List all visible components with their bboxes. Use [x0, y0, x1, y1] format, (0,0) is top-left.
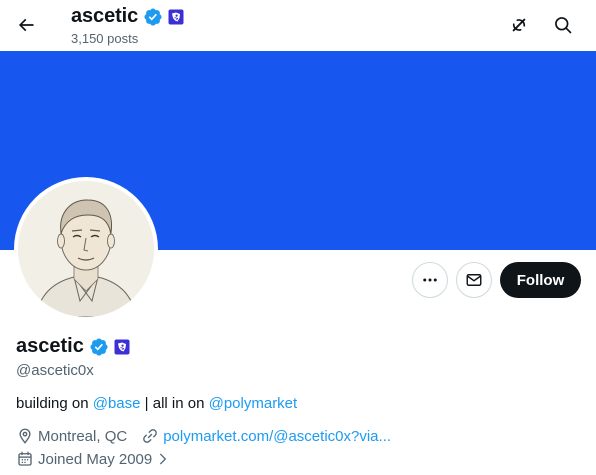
link-icon [143, 429, 158, 443]
website-link[interactable]: polymarket.com/@ascetic0x?via... [163, 428, 391, 445]
grok-icon [512, 18, 526, 32]
location-item: Montreal, QC [16, 427, 127, 445]
display-name: ascetic [16, 335, 84, 357]
joined-text: Joined May 2009 [38, 450, 153, 468]
affiliate-badge-icon[interactable] [114, 339, 130, 355]
avatar-portrait [18, 181, 154, 317]
search-icon [555, 17, 572, 34]
more-dots-icon [423, 278, 437, 282]
handle: @ascetic0x [16, 362, 94, 379]
affiliate-badge-icon [168, 9, 184, 24]
more-button[interactable] [412, 262, 448, 298]
joined-item[interactable]: Joined May 2009 [16, 450, 170, 468]
avatar-frame[interactable] [14, 177, 158, 321]
search-button[interactable] [545, 7, 581, 43]
follow-button[interactable]: Follow [500, 262, 581, 298]
website-item[interactable]: polymarket.com/@ascetic0x?via... [141, 427, 391, 445]
arrow-left-icon [18, 18, 34, 32]
envelope-icon [466, 274, 482, 286]
bio-text: | all in on [140, 395, 209, 412]
chevron-right-icon [160, 453, 167, 465]
profile-name-row: ascetic [16, 335, 130, 358]
verified-badge-icon[interactable] [89, 337, 109, 357]
posts-count: 3,150 posts [71, 31, 139, 46]
top-bar: ascetic 3,150 posts [0, 0, 596, 51]
calendar-icon [18, 451, 32, 466]
avatar [18, 181, 154, 317]
grok-button[interactable] [501, 7, 537, 43]
header-title: ascetic [71, 5, 139, 27]
bio-mention-polymarket[interactable]: @polymarket [209, 395, 298, 412]
bio: building on @base | all in on @polymarke… [16, 395, 297, 412]
location-pin-icon [19, 428, 31, 444]
back-button[interactable] [8, 7, 44, 43]
bio-mention-base[interactable]: @base [93, 395, 141, 412]
bio-text: building on [16, 395, 93, 412]
verified-badge-icon [144, 7, 162, 26]
location-text: Montreal, QC [38, 427, 128, 445]
profile-meta-row-2: Joined May 2009 [16, 450, 184, 468]
header-title-row: ascetic [71, 5, 184, 28]
profile-meta-row: Montreal, QC polymarket.com/@ascetic0x?v… [16, 427, 405, 445]
message-button[interactable] [456, 262, 492, 298]
